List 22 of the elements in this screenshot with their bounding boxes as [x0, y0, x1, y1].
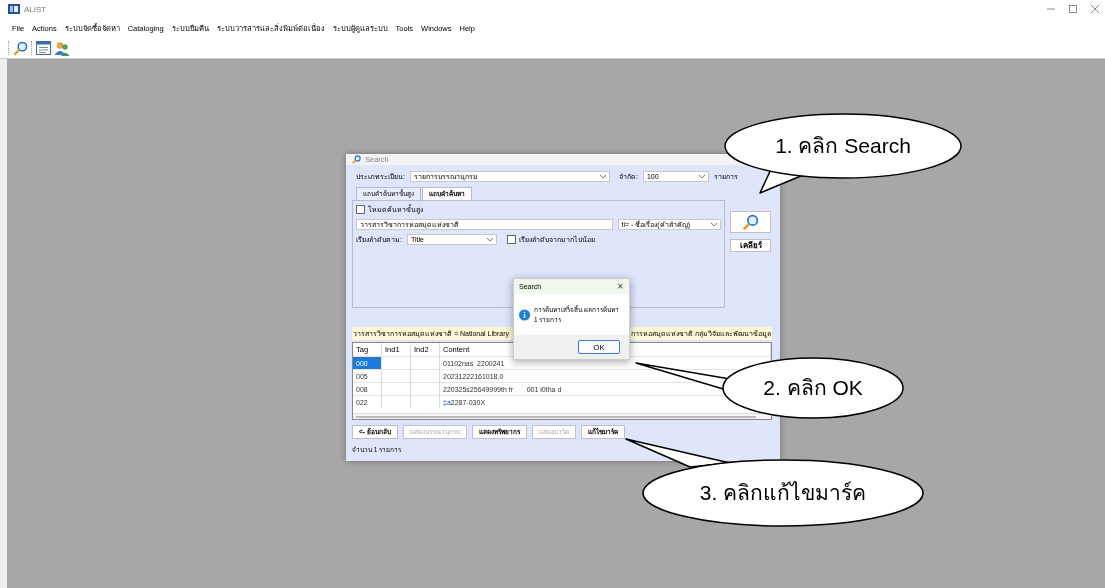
app-title: ALIST: [24, 4, 47, 14]
close-button[interactable]: ✕: [617, 282, 624, 291]
info-icon: [519, 307, 531, 322]
ok-button[interactable]: OK: [578, 340, 620, 354]
chevron-icon: [711, 222, 717, 227]
maximize-icon[interactable]: [1069, 5, 1077, 13]
callout-text: 1. คลิก Search: [775, 134, 911, 157]
scrollbar-thumb[interactable]: [356, 415, 756, 418]
clear-button[interactable]: เคลียร์: [730, 239, 771, 252]
users-icon[interactable]: [54, 40, 70, 56]
search-button[interactable]: [730, 211, 771, 233]
chevron-icon: [698, 174, 705, 179]
chevron-icon: [486, 237, 493, 242]
callout-text: 3. คลิกแก้ไขมาร์ค: [699, 481, 867, 504]
app-logo-icon: [8, 4, 20, 14]
close-icon[interactable]: [1091, 5, 1099, 13]
catalog-window-icon[interactable]: [36, 41, 51, 55]
search-icon[interactable]: [13, 40, 28, 56]
search-icon: [742, 213, 759, 231]
checkbox[interactable]: [356, 205, 365, 214]
checkbox[interactable]: [506, 235, 516, 244]
chevron-icon: [599, 174, 606, 179]
